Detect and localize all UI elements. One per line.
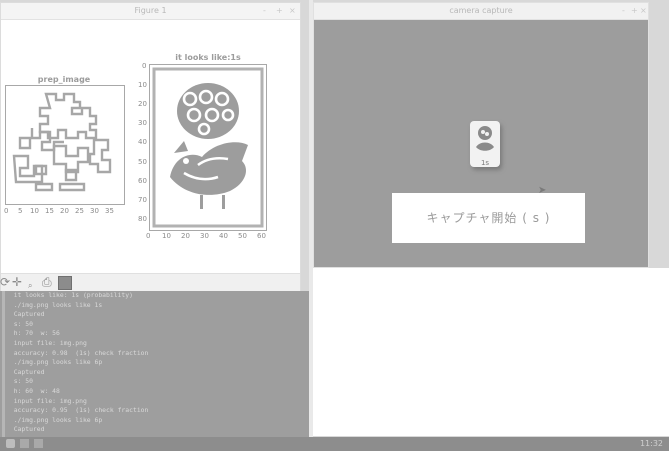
prep-image <box>12 92 112 192</box>
figure-window-titlebar[interactable]: Figure 1 <box>1 3 300 20</box>
close-button[interactable]: × <box>289 3 296 19</box>
tile-bird-icon <box>476 126 494 151</box>
left-x-tick: 35 <box>105 207 114 215</box>
terminal-line: h: 70 w: 56 <box>6 329 60 338</box>
left-x-tick: 5 <box>18 207 23 215</box>
left-x-tick: 25 <box>75 207 84 215</box>
left-x-tick: 15 <box>45 207 54 215</box>
terminal-line: ./img.png looks like 6p <box>6 415 103 424</box>
right-plot-axes <box>149 64 267 231</box>
right-y-tick: 30 <box>138 119 147 127</box>
figure-window: Figure 1 - + × prep_image 0 5 10 15 20 2… <box>0 2 301 291</box>
capture-banner[interactable]: キャプチャ開始 ( s ) <box>392 193 585 243</box>
right-y-tick: 10 <box>138 81 147 89</box>
desktop-background <box>313 268 669 436</box>
terminal-line: Captured <box>6 425 45 434</box>
tile-image <box>152 67 264 228</box>
terminal-line: accuracy: 0.95 (1s) check fraction <box>6 406 149 415</box>
left-x-tick: 20 <box>60 207 69 215</box>
left-x-tick: 0 <box>4 207 9 215</box>
right-x-tick: 10 <box>162 232 171 240</box>
terminal-line: ./img.png looks like 6p <box>6 358 103 367</box>
right-x-tick: 40 <box>219 232 228 240</box>
right-plot-title: it looks like:1s <box>175 53 241 62</box>
maximize-button[interactable]: + <box>631 3 638 19</box>
figure-window-title: Figure 1 <box>134 6 167 15</box>
right-y-tick: 0 <box>142 62 147 70</box>
right-y-tick: 70 <box>138 196 147 204</box>
taskbar-app-icon[interactable] <box>34 439 43 448</box>
right-x-tick: 0 <box>146 232 151 240</box>
camera-window: camera capture - + × 1s ➤ キャプチャ開始 ( s ) <box>313 2 649 268</box>
window-divider <box>309 0 313 437</box>
terminal-line: it looks like: 1s (probability) <box>6 291 133 299</box>
right-y-tick: 60 <box>138 177 147 185</box>
right-y-tick: 40 <box>138 138 147 146</box>
camera-window-titlebar[interactable]: camera capture <box>314 3 648 20</box>
tile-caption: 1s <box>480 159 490 167</box>
taskbar-app-icon[interactable] <box>20 439 29 448</box>
left-x-tick: 10 <box>30 207 39 215</box>
mahjong-tile: 1s <box>470 121 500 167</box>
terminal-line: s: 50 <box>6 377 33 386</box>
configure-icon[interactable]: ⎙ <box>42 275 52 289</box>
right-x-tick: 60 <box>257 232 266 240</box>
terminal-window[interactable]: it looks like: 1s (probability) ./img.pn… <box>0 291 311 437</box>
terminal-line: s: 50 <box>6 319 33 328</box>
terminal-line: h: 60 w: 48 <box>6 386 60 395</box>
terminal-output: it looks like: 1s (probability) ./img.pn… <box>0 291 309 435</box>
right-x-tick: 30 <box>200 232 209 240</box>
left-x-tick: 30 <box>90 207 99 215</box>
terminal-line: input file: img.png <box>6 396 87 405</box>
right-y-tick: 20 <box>138 100 147 108</box>
maximize-button[interactable]: + <box>276 3 283 19</box>
home-icon[interactable]: ⟳ <box>0 275 10 289</box>
right-x-tick: 50 <box>238 232 247 240</box>
right-y-tick: 50 <box>138 158 147 166</box>
left-plot-axes <box>5 85 125 205</box>
minimize-button[interactable]: - <box>622 3 625 19</box>
minimize-button[interactable]: - <box>263 3 266 19</box>
right-x-tick: 20 <box>181 232 190 240</box>
pan-icon[interactable]: ✛ <box>12 275 22 289</box>
left-plot-title: prep_image <box>37 75 91 84</box>
terminal-line: Captured <box>6 367 45 376</box>
terminal-scrollbar[interactable] <box>2 291 5 437</box>
capture-banner-text: キャプチャ開始 ( s ) <box>426 211 551 225</box>
terminal-line: input file: img.png <box>6 338 87 347</box>
save-icon[interactable] <box>58 276 72 290</box>
terminal-line: Captured <box>6 310 45 319</box>
taskbar-clock: 11:32 <box>639 439 663 448</box>
close-button[interactable]: × <box>640 3 647 19</box>
taskbar-launcher-icon[interactable] <box>6 439 15 448</box>
taskbar: 11:32 <box>0 437 669 451</box>
terminal-line: ./img.png looks like 1s <box>6 300 103 309</box>
right-y-tick: 80 <box>138 215 147 223</box>
camera-window-title: camera capture <box>449 6 513 15</box>
terminal-line: accuracy: 0.98 (1s) check fraction <box>6 348 149 357</box>
